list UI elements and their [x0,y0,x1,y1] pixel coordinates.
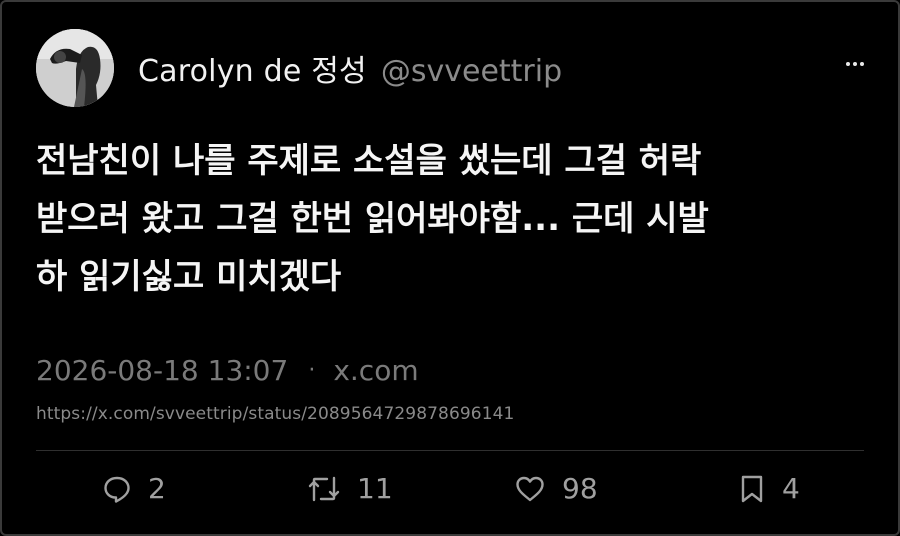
tweet-source[interactable]: x.com [333,354,418,387]
reply-bubble-icon [104,476,130,503]
retweet-icon [308,476,340,501]
more-dot [860,62,864,66]
more-dot [846,62,850,66]
retweet-button[interactable]: 11 [307,472,393,505]
author-display-name[interactable]: Carolyn de 정성 [138,46,367,90]
more-horizontal-icon[interactable] [846,62,864,66]
avatar-photo-icon [36,29,114,107]
like-button[interactable]: 98 [514,472,598,505]
divider [36,450,864,451]
tweet-text-line: 받으러 왔고 그걸 한번 읽어봐야함... 근데 시발 [36,199,709,239]
tweet-header: Carolyn de 정성 @svveettrip [36,28,562,108]
bookmark-button[interactable]: 4 [738,472,800,505]
meta-separator: · [308,358,316,383]
bookmark-count: 4 [782,472,800,505]
tweet-meta: 2026-08-18 13:07 · x.com [36,354,419,387]
tweet-url[interactable]: https://x.com/svveettrip/status/20895647… [36,404,514,424]
author-handle[interactable]: @svveettrip [381,54,562,89]
author-info: Carolyn de 정성 @svveettrip [138,46,562,90]
tweet-card: Carolyn de 정성 @svveettrip 전남친이 나를 주제로 소설… [0,0,900,536]
reply-count: 2 [148,472,166,505]
tweet-timestamp[interactable]: 2026-08-18 13:07 [36,354,288,387]
retweet-count: 11 [357,472,393,505]
avatar[interactable] [36,29,114,107]
tweet-text: 전남친이 나를 주제로 소설을 썼는데 그걸 허락 받으러 왔고 그걸 한번 읽… [36,132,866,306]
heart-icon [516,476,544,501]
reply-button[interactable]: 2 [102,472,166,505]
tweet-text-line: 전남친이 나를 주제로 소설을 썼는데 그걸 허락 [36,141,702,181]
tweet-text-line: 하 읽기싫고 미치겠다 [36,257,342,297]
bookmark-icon [741,475,763,502]
tweet-actions: 2 11 98 4 [2,472,898,512]
like-count: 98 [562,472,598,505]
more-dot [853,62,857,66]
